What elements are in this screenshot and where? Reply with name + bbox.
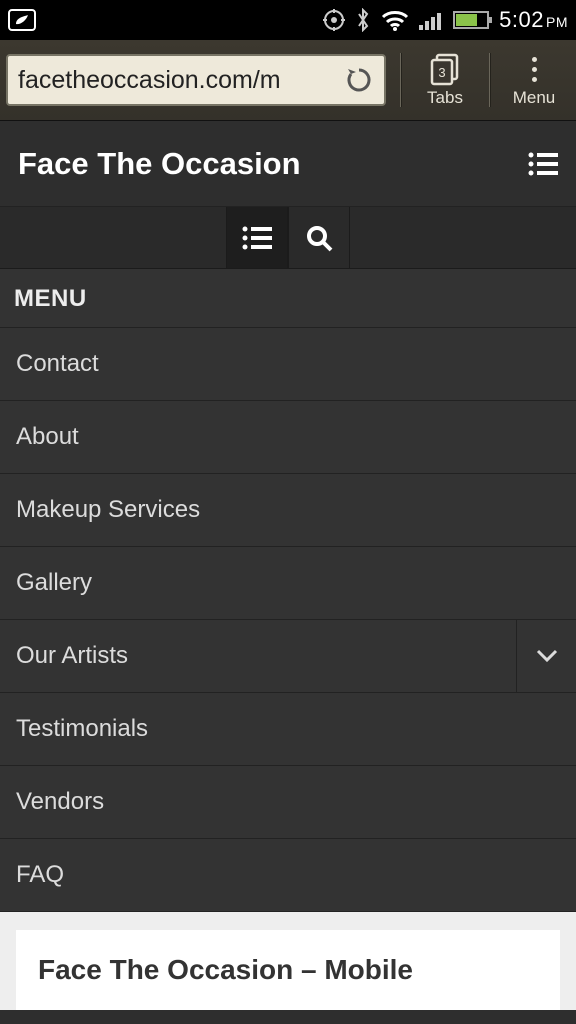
url-bar[interactable]: facetheoccasion.com/m xyxy=(6,54,386,106)
menu-item-label: About xyxy=(16,423,79,451)
leaf-icon xyxy=(8,9,36,31)
bluetooth-icon xyxy=(355,8,371,32)
battery-icon xyxy=(453,11,489,29)
wifi-icon xyxy=(381,9,409,31)
divider xyxy=(489,53,490,107)
menu-heading: MENU xyxy=(0,269,576,328)
site-title[interactable]: Face The Occasion xyxy=(18,146,301,182)
svg-text:3: 3 xyxy=(438,65,445,80)
menu-item-vendors[interactable]: Vendors xyxy=(0,766,576,839)
menu-item-label: Our Artists xyxy=(16,642,128,670)
menu-list: Contact About Makeup Services Gallery Ou… xyxy=(0,328,576,912)
menu-item-label: Vendors xyxy=(16,788,104,816)
chevron-down-icon xyxy=(536,649,558,663)
menu-item-label: Contact xyxy=(16,350,99,378)
gps-icon xyxy=(323,9,345,31)
menu-item-label: Gallery xyxy=(16,569,92,597)
menu-toggle-button[interactable] xyxy=(226,207,288,268)
page-title: Face The Occasion – Mobile xyxy=(38,954,538,986)
browser-toolbar: facetheoccasion.com/m 3 Tabs Menu xyxy=(0,40,576,121)
menu-list-icon[interactable] xyxy=(528,152,558,176)
menu-item-about[interactable]: About xyxy=(0,401,576,474)
menu-item-label: Testimonials xyxy=(16,715,148,743)
clock: 5:02PM xyxy=(499,7,568,33)
search-icon xyxy=(305,224,333,252)
menu-item-faq[interactable]: FAQ xyxy=(0,839,576,912)
menu-item-label: FAQ xyxy=(16,861,64,889)
tabs-icon: 3 xyxy=(428,52,462,86)
menu-item-gallery[interactable]: Gallery xyxy=(0,547,576,620)
menu-item-label: Makeup Services xyxy=(16,496,200,524)
search-button[interactable] xyxy=(288,207,350,268)
android-status-bar: 5:02PM xyxy=(0,0,576,40)
expand-button[interactable] xyxy=(516,620,576,692)
tabs-button[interactable]: 3 Tabs xyxy=(409,52,481,108)
menu-item-our-artists[interactable]: Our Artists xyxy=(0,620,576,693)
browser-menu-button[interactable]: Menu xyxy=(498,53,570,108)
url-text: facetheoccasion.com/m xyxy=(18,66,344,95)
menu-item-contact[interactable]: Contact xyxy=(0,328,576,401)
tabs-label: Tabs xyxy=(427,88,463,108)
reload-icon[interactable] xyxy=(344,65,374,95)
menu-item-testimonials[interactable]: Testimonials xyxy=(0,693,576,766)
signal-icon xyxy=(419,10,443,30)
site-header: Face The Occasion xyxy=(0,121,576,207)
content-card: Face The Occasion – Mobile xyxy=(16,930,560,1010)
browser-menu-label: Menu xyxy=(513,88,556,108)
menu-item-makeup-services[interactable]: Makeup Services xyxy=(0,474,576,547)
menu-list-icon xyxy=(242,226,272,250)
page-content: Face The Occasion – Mobile xyxy=(0,912,576,1010)
action-row xyxy=(0,207,576,269)
overflow-icon xyxy=(532,57,537,82)
divider xyxy=(400,53,401,107)
